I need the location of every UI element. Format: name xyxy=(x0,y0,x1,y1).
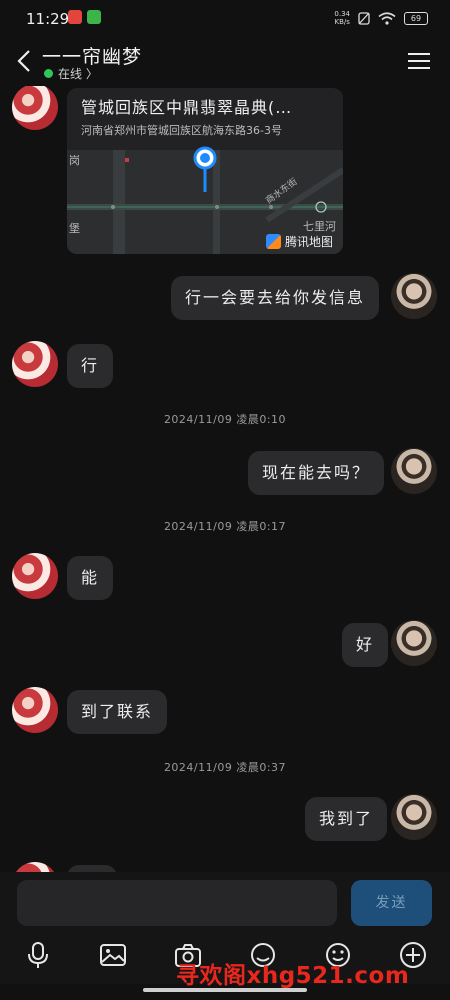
map-preview: 岗 七里河 堡 商水东街 腾讯地图 xyxy=(67,146,343,254)
contact-avatar[interactable] xyxy=(12,86,58,130)
map-brand-label: 腾讯地图 xyxy=(284,235,333,249)
location-card[interactable]: 管城回族区中鼎翡翠晶典(… 河南省郑州市管城回族区航海东路36-3号 岗 七里河… xyxy=(67,88,343,254)
location-pin-icon xyxy=(193,146,217,192)
message-bubble-outgoing[interactable]: 行一会要去给你发信息 xyxy=(171,276,380,320)
map-label: 七里河 xyxy=(303,220,336,233)
wifi-icon xyxy=(378,11,396,25)
microphone-icon[interactable] xyxy=(23,940,53,970)
timestamp: 2024/11/09 凌晨0:37 xyxy=(163,761,287,774)
message-bubble-incoming[interactable]: 行 xyxy=(67,344,114,388)
location-address: 河南省郑州市管城回族区航海东路36-3号 xyxy=(81,124,282,137)
message-bubble-incoming[interactable]: 到了联系 xyxy=(67,690,168,734)
send-button[interactable]: 发送 xyxy=(351,880,432,926)
map-label: 堡 xyxy=(69,222,80,235)
message-list[interactable]: 管城回族区中鼎翡翠晶典(… 河南省郑州市管城回族区航海东路36-3号 岗 七里河… xyxy=(0,86,450,872)
status-app-icons xyxy=(68,10,101,24)
my-avatar[interactable] xyxy=(391,794,437,840)
timestamp: 2024/11/09 凌晨0:10 xyxy=(163,413,287,426)
contact-avatar[interactable] xyxy=(12,341,58,387)
status-time: 11:29 xyxy=(26,10,70,28)
map-label: 岗 xyxy=(69,154,80,167)
status-bar: 11:29 0.34 KB/s 69 xyxy=(0,0,450,38)
tencent-map-logo-icon xyxy=(265,234,281,249)
contact-avatar[interactable] xyxy=(12,553,58,599)
online-status-text[interactable]: 在线 〉 xyxy=(58,65,98,82)
battery-icon: 69 xyxy=(404,11,428,25)
status-right: 0.34 KB/s 69 xyxy=(334,10,428,26)
menu-icon[interactable] xyxy=(408,52,430,70)
app-notification-icon xyxy=(68,10,82,24)
back-icon[interactable] xyxy=(14,48,36,74)
online-status-dot xyxy=(44,69,53,78)
image-icon[interactable] xyxy=(98,940,128,970)
my-avatar[interactable] xyxy=(391,620,437,666)
my-avatar[interactable] xyxy=(391,448,437,494)
net-speed-unit: KB/s xyxy=(334,18,350,26)
watermark: 寻欢阁xhg521.com xyxy=(176,963,410,989)
chat-header: 一一帘幽梦 在线 〉 xyxy=(0,38,450,86)
message-bubble-outgoing[interactable]: 现在能去吗？ xyxy=(248,451,385,495)
home-indicator[interactable] xyxy=(143,988,307,992)
timestamp: 2024/11/09 凌晨0:17 xyxy=(163,520,287,533)
message-input[interactable] xyxy=(17,880,337,926)
message-bubble-outgoing[interactable]: 好 xyxy=(342,623,389,667)
map-brand: 腾讯地图 xyxy=(265,233,333,250)
location-title: 管城回族区中鼎翡翠晶典(… xyxy=(81,98,293,117)
message-bubble-incoming[interactable]: 能 xyxy=(67,556,114,600)
composer: 发送 xyxy=(0,872,450,934)
message-bubble-incoming[interactable] xyxy=(67,865,117,872)
sim-off-icon xyxy=(358,11,370,25)
my-avatar[interactable] xyxy=(391,273,437,319)
message-bubble-outgoing[interactable]: 我到了 xyxy=(305,797,388,841)
video-app-icon xyxy=(87,10,101,24)
net-speed: 0.34 KB/s xyxy=(334,10,350,26)
contact-avatar[interactable] xyxy=(12,687,58,733)
net-speed-value: 0.34 xyxy=(334,10,350,18)
contact-avatar[interactable] xyxy=(12,862,58,872)
